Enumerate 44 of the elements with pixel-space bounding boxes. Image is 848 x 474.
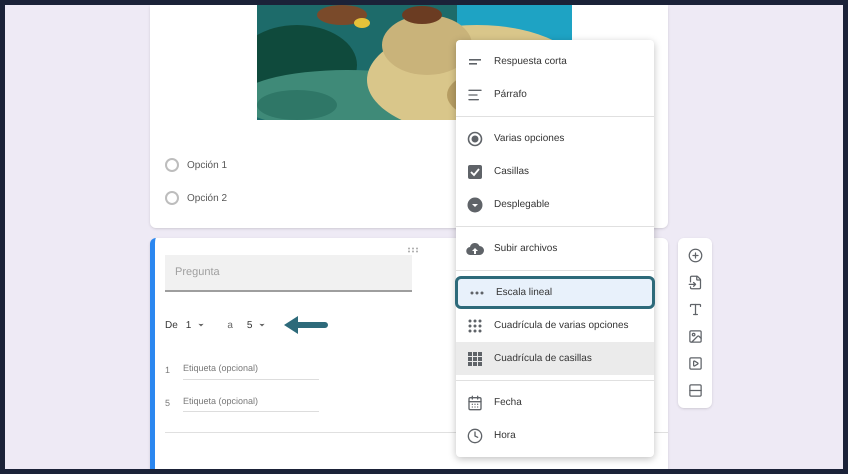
menu-item[interactable]: Párrafo	[456, 78, 654, 111]
dots-icon	[470, 290, 484, 294]
arrow-icon	[282, 314, 328, 336]
calendar-icon	[467, 394, 483, 410]
grid-icon	[467, 350, 483, 366]
import-icon[interactable]	[688, 275, 702, 290]
to-label: a	[227, 318, 233, 332]
radio-icon	[467, 130, 483, 146]
radio-button[interactable]	[165, 158, 179, 172]
drag-handle-icon	[407, 247, 419, 253]
from-label: De	[165, 318, 178, 332]
option-label: Opción 1	[187, 158, 228, 172]
grid-icon	[467, 318, 483, 334]
add-question-icon[interactable]	[688, 248, 702, 263]
image-icon[interactable]	[688, 329, 702, 344]
menu-item[interactable]: Hora	[456, 419, 654, 452]
menu-item[interactable]: Cuadrícula de varias opciones	[456, 309, 654, 342]
scale-number: 5	[165, 396, 171, 410]
menu-item[interactable]: Respuesta corta	[456, 45, 654, 78]
scale-number: 1	[165, 364, 171, 377]
cloud-upload-icon	[466, 242, 484, 256]
menu-item[interactable]: Subir archivos	[456, 232, 654, 265]
menu-item[interactable]: Desplegable	[456, 188, 654, 221]
menu-item[interactable]: Varias opciones	[456, 122, 654, 155]
menu-item[interactable]: Escala lineal	[455, 276, 655, 309]
from-dropdown[interactable]: 1	[186, 318, 206, 332]
short-text-icon	[467, 56, 483, 66]
paragraph-icon	[467, 86, 483, 102]
label-field[interactable]: Etiqueta (opcional)	[183, 394, 319, 412]
menu-item[interactable]: Cuadrícula de casillas	[456, 342, 654, 375]
label-field[interactable]: Etiqueta (opcional)	[183, 362, 319, 380]
checkbox-icon	[467, 164, 483, 180]
dropdown-icon	[467, 196, 483, 212]
to-dropdown[interactable]: 5	[246, 318, 266, 332]
radio-button[interactable]	[165, 191, 179, 205]
menu-item[interactable]: Fecha	[456, 386, 654, 419]
option-label: Opción 2	[187, 192, 228, 206]
video-icon[interactable]	[688, 356, 702, 371]
text-icon[interactable]	[688, 302, 702, 317]
section-icon[interactable]	[688, 383, 702, 398]
caret-icon	[258, 321, 266, 329]
clock-icon	[467, 428, 483, 444]
menu-item[interactable]: Casillas	[456, 155, 654, 188]
caret-icon	[197, 321, 206, 329]
